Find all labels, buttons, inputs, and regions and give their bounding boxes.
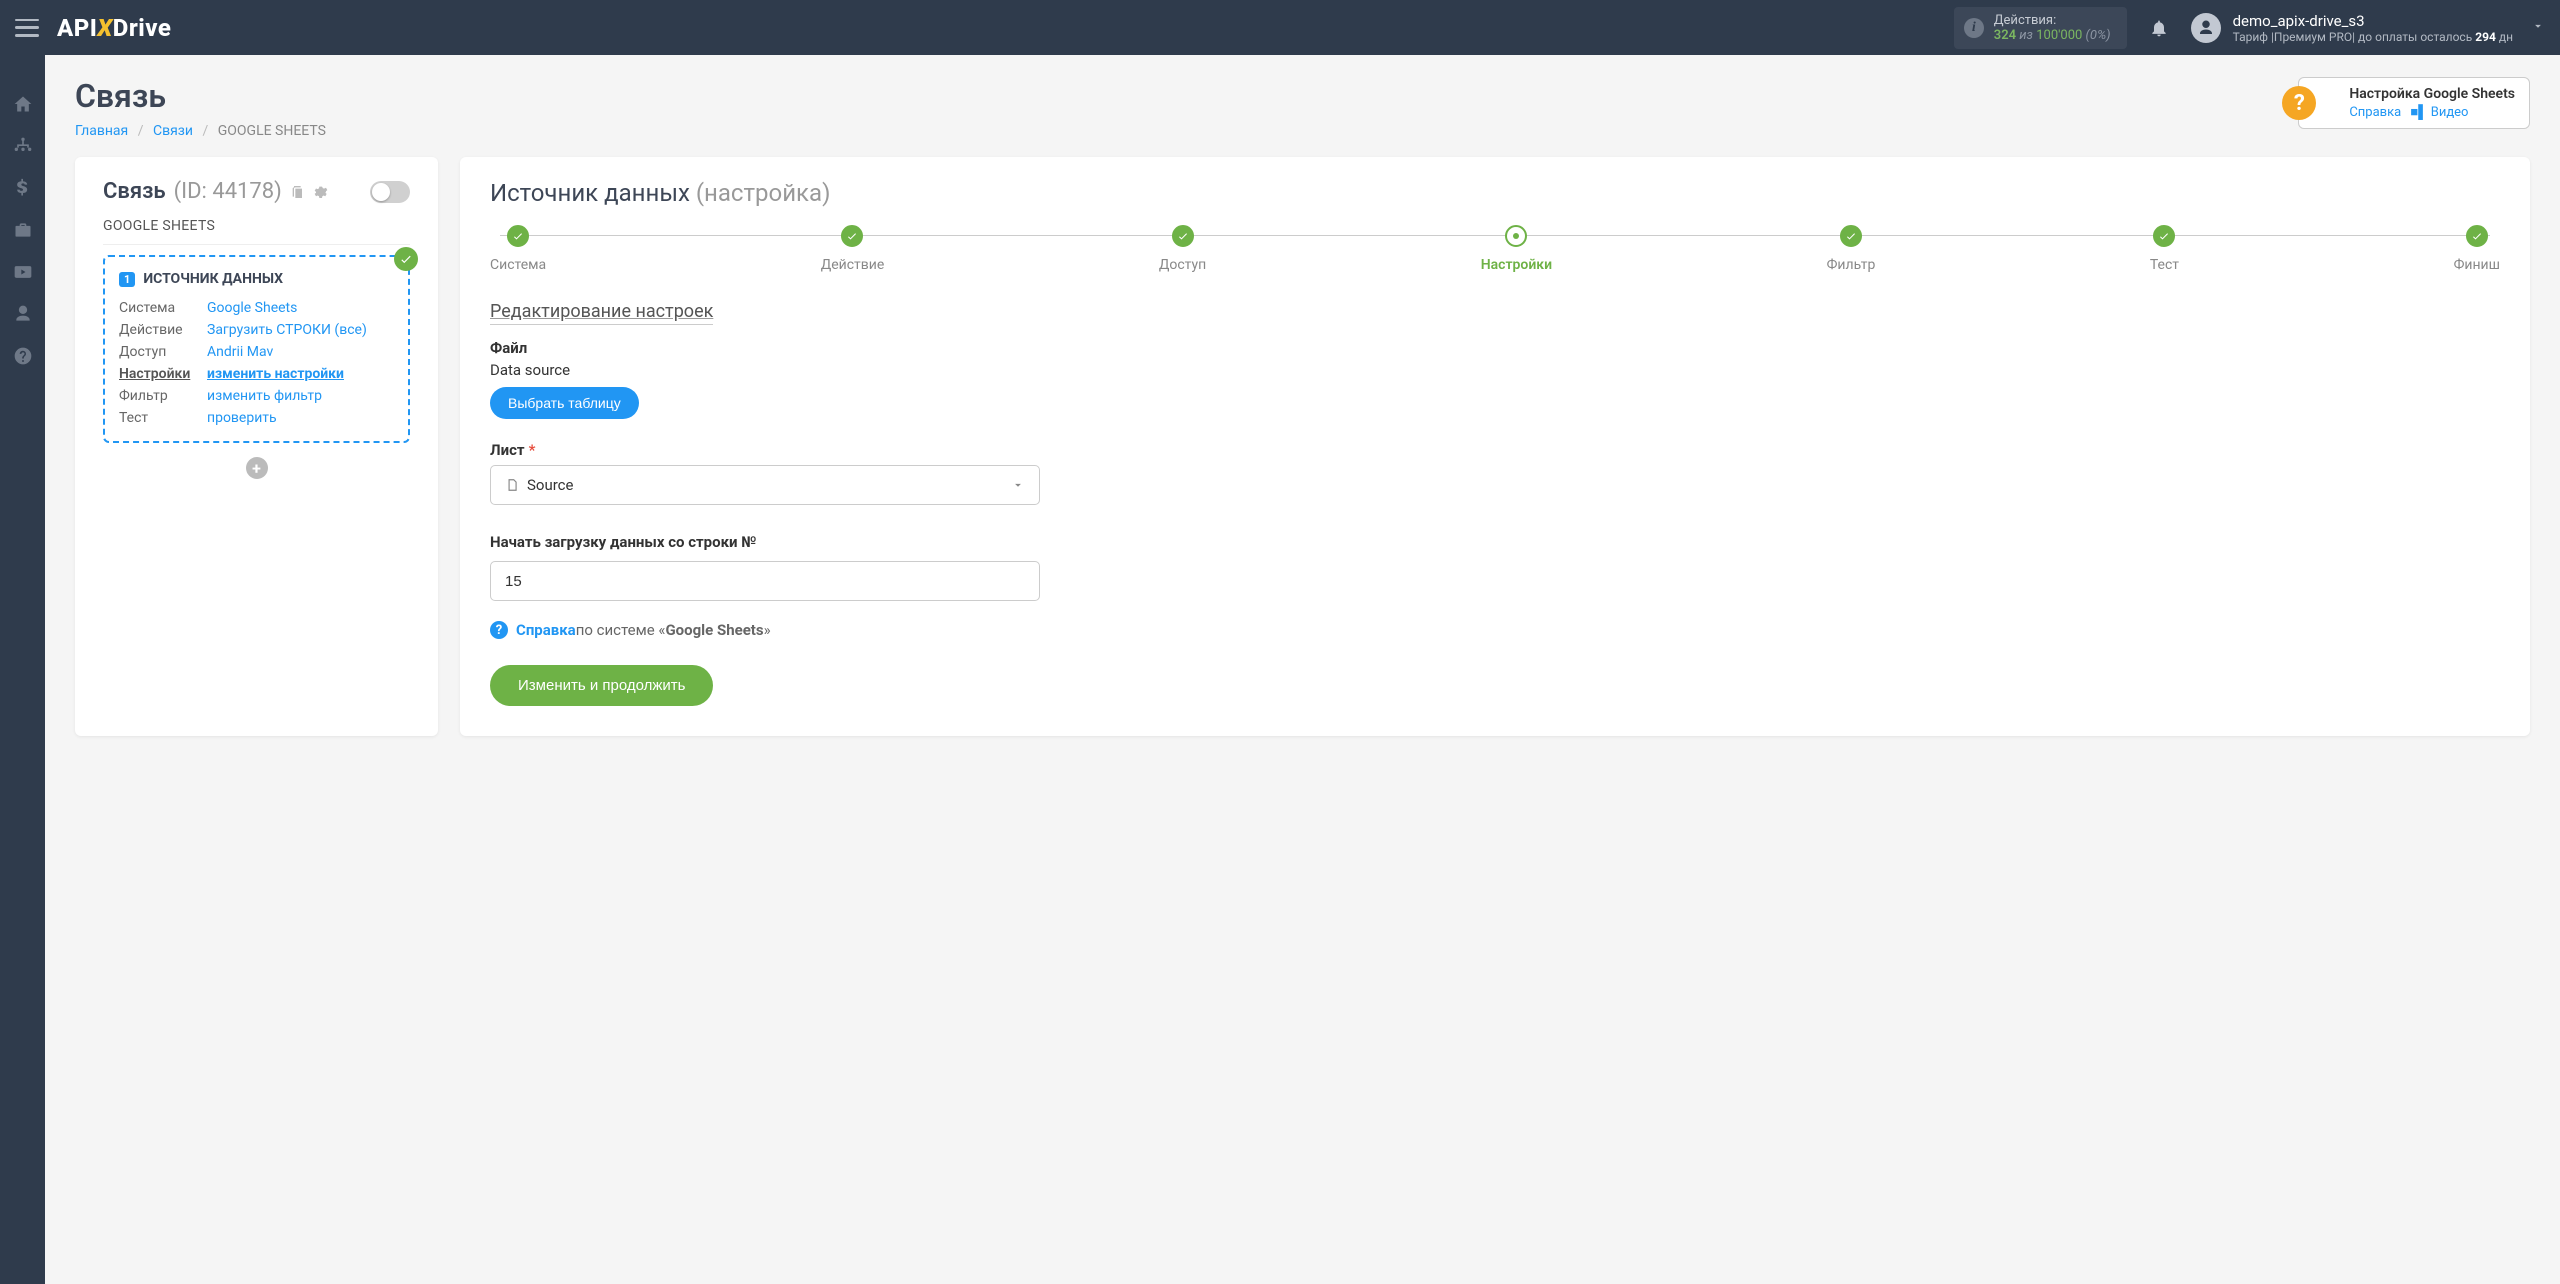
help-icon[interactable] <box>0 335 45 377</box>
menu-icon[interactable] <box>15 19 39 37</box>
file-label: Файл <box>490 339 2500 357</box>
actions-pct: (0%) <box>2086 28 2111 43</box>
row-system[interactable]: СистемаGoogle Sheets <box>119 297 394 319</box>
help-link-video[interactable]: Видео <box>2431 105 2469 120</box>
stepper: Система Действие Доступ Настройки Фильтр… <box>490 225 2500 273</box>
connections-icon[interactable] <box>0 125 45 167</box>
source-box: 1 ИСТОЧНИК ДАННЫХ СистемаGoogle Sheets Д… <box>103 255 410 443</box>
section-header: Редактирование настроек <box>490 301 713 325</box>
tariff-line: Тариф |Премиум PRO| до оплаты осталось 2… <box>2233 30 2513 44</box>
chevron-down-icon <box>2531 18 2545 37</box>
actions-max: 100'000 <box>2036 28 2082 43</box>
help-link-text[interactable]: Справка <box>2349 105 2401 120</box>
start-row-input[interactable] <box>490 561 1040 601</box>
breadcrumb: Главная / Связи / GOOGLE SHEETS <box>75 123 2298 139</box>
page-title: Связь <box>75 77 2298 115</box>
help-title: Настройка Google Sheets <box>2349 86 2515 102</box>
step-filter[interactable]: Фильтр <box>1827 225 1876 273</box>
logo[interactable]: APIXDrive <box>57 14 171 42</box>
video-icon[interactable] <box>0 251 45 293</box>
copy-icon[interactable] <box>290 184 306 200</box>
check-icon <box>394 247 418 271</box>
source-header: 1 ИСТОЧНИК ДАННЫХ <box>119 271 394 287</box>
bell-icon[interactable] <box>2149 18 2169 38</box>
card-title: Связь <box>103 179 166 204</box>
card-id: (ID: 44178) <box>174 179 282 204</box>
user-icon[interactable] <box>0 293 45 335</box>
row-label: Начать загрузку данных со строки № <box>490 533 2500 551</box>
file-value: Data source <box>490 361 2500 379</box>
step-finish[interactable]: Финиш <box>2454 225 2500 273</box>
actions-counter[interactable]: i Действия: 324 из 100'000 (0%) <box>1954 7 2127 49</box>
sheet-value: Source <box>527 476 1011 494</box>
document-icon <box>505 478 519 492</box>
actions-iz: из <box>2019 28 2033 43</box>
camera-icon: ■▌ <box>2410 105 2427 120</box>
avatar-icon <box>2191 13 2221 43</box>
enable-toggle[interactable] <box>370 181 410 203</box>
info-icon: i <box>1964 18 1984 38</box>
briefcase-icon[interactable] <box>0 209 45 251</box>
username: demo_apix-drive_s3 <box>2233 12 2513 30</box>
step-action[interactable]: Действие <box>821 225 885 273</box>
gear-icon[interactable] <box>312 184 328 200</box>
sheet-label: Лист* <box>490 441 2500 459</box>
breadcrumb-home[interactable]: Главная <box>75 123 128 139</box>
question-icon: ? <box>2282 86 2316 120</box>
row-settings[interactable]: Настройкиизменить настройки <box>119 363 394 385</box>
row-access[interactable]: ДоступAndrii Mav <box>119 341 394 363</box>
question-icon: ? <box>490 621 508 639</box>
continue-button[interactable]: Изменить и продолжить <box>490 665 713 706</box>
step-access[interactable]: Доступ <box>1159 225 1206 273</box>
actions-count: 324 <box>1994 28 2016 43</box>
topbar: APIXDrive i Действия: 324 из 100'000 (0%… <box>0 0 2560 55</box>
chevron-down-icon <box>1011 478 1025 492</box>
choose-table-button[interactable]: Выбрать таблицу <box>490 387 639 419</box>
row-action[interactable]: ДействиеЗагрузить СТРОКИ (все) <box>119 319 394 341</box>
user-menu[interactable]: demo_apix-drive_s3 Тариф |Премиум PRO| д… <box>2191 12 2545 44</box>
add-button[interactable]: + <box>246 457 268 479</box>
sidebar <box>0 55 45 1284</box>
card-subtitle: GOOGLE SHEETS <box>103 218 410 245</box>
row-test[interactable]: Тестпроверить <box>119 407 394 429</box>
badge-number: 1 <box>119 272 135 287</box>
step-system[interactable]: Система <box>490 225 546 273</box>
step-test[interactable]: Тест <box>2150 225 2179 273</box>
billing-icon[interactable] <box>0 167 45 209</box>
panel-title: Источник данных (настройка) <box>490 179 2500 207</box>
main: Связь Главная / Связи / GOOGLE SHEETS ? … <box>45 55 2560 1284</box>
system-help-line[interactable]: ? Справка по системе «Google Sheets» <box>490 621 2500 639</box>
connection-card: Связь (ID: 44178) GOOGLE SHEETS 1 ИСТОЧН… <box>75 157 438 736</box>
sheet-select[interactable]: Source <box>490 465 1040 505</box>
settings-card: Источник данных (настройка) Система Дейс… <box>460 157 2530 736</box>
actions-label: Действия: <box>1994 13 2111 28</box>
row-filter[interactable]: Фильтризменить фильтр <box>119 385 394 407</box>
breadcrumb-current: GOOGLE SHEETS <box>218 123 326 139</box>
step-settings[interactable]: Настройки <box>1481 225 1552 273</box>
home-icon[interactable] <box>0 83 45 125</box>
breadcrumb-links[interactable]: Связи <box>153 123 193 139</box>
help-box: ? Настройка Google Sheets Справка ■▌ Вид… <box>2298 77 2530 129</box>
